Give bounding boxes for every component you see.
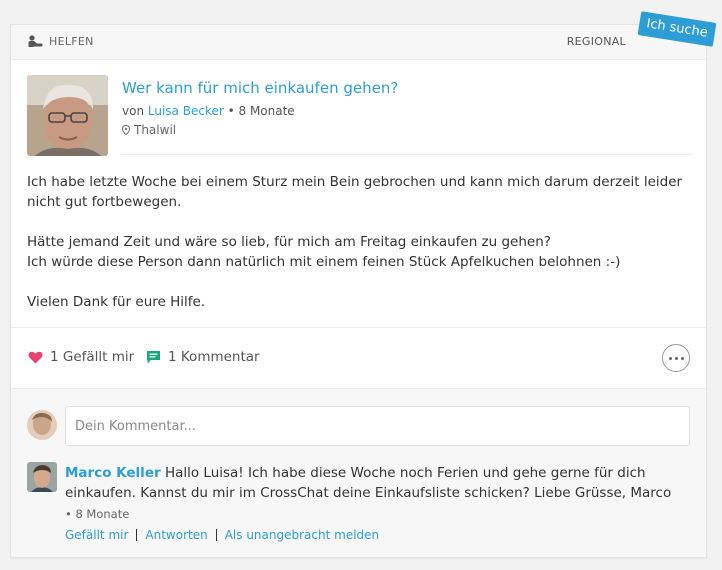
body-paragraph: Vielen Dank für eure Hilfe. <box>27 294 206 310</box>
divider <box>122 154 692 155</box>
comment-bubble-icon <box>147 351 160 364</box>
post-card: HELFEN REGIONAL Wer kann für mich einkau… <box>10 24 707 558</box>
separator <box>215 529 217 541</box>
commenter-avatar[interactable] <box>27 462 57 492</box>
post-location: Thalwil <box>122 123 176 137</box>
body-paragraph: Ich habe letzte Woche bei einem Sturz me… <box>27 174 683 210</box>
category-label: HELFEN <box>28 35 94 48</box>
comment-actions: Gefällt mir Antworten Als unangebracht m… <box>65 528 379 542</box>
commenter-name[interactable]: Marco Keller <box>65 465 161 481</box>
like-button[interactable]: 1 Gefällt mir <box>28 349 134 365</box>
comment-input[interactable] <box>65 406 690 446</box>
body-paragraph: Hätte jemand Zeit und wäre so lieb, für … <box>27 234 551 250</box>
comments-section: Marco Keller Hallo Luisa! Ich habe diese… <box>11 388 706 557</box>
post-time: • 8 Monate <box>227 104 295 118</box>
category-text: HELFEN <box>49 35 94 48</box>
helping-hand-icon <box>28 35 43 47</box>
post-actions: 1 Gefällt mir 1 Kommentar <box>11 327 706 388</box>
comment-like-link[interactable]: Gefällt mir <box>65 528 128 542</box>
comment-text: Marco Keller Hallo Luisa! Ich habe diese… <box>65 463 675 503</box>
comment-reply-link[interactable]: Antworten <box>145 528 207 542</box>
author-link[interactable]: Luisa Becker <box>148 104 224 118</box>
like-count: 1 Gefällt mir <box>50 349 135 365</box>
comment-time: • 8 Monate <box>65 507 130 521</box>
post-title[interactable]: Wer kann für mich einkaufen gehen? <box>122 79 398 97</box>
comment-count: 1 Kommentar <box>168 349 260 365</box>
post-meta: von Luisa Becker • 8 Monate <box>122 104 295 118</box>
comment-report-link[interactable]: Als unangebracht melden <box>225 528 379 542</box>
post-body: Ich habe letzte Woche bei einem Sturz me… <box>27 172 687 312</box>
post-header: HELFEN REGIONAL <box>11 25 706 60</box>
heart-icon <box>28 351 43 363</box>
more-options-button[interactable] <box>662 344 690 372</box>
location-text: Thalwil <box>134 123 177 137</box>
by-prefix: von <box>122 104 145 118</box>
location-pin-icon <box>122 125 130 135</box>
scope-label: REGIONAL <box>566 35 626 48</box>
body-paragraph: Ich würde diese Person dann natürlich mi… <box>27 254 621 270</box>
current-user-avatar <box>27 410 57 440</box>
author-avatar[interactable] <box>27 75 108 156</box>
separator <box>136 529 138 541</box>
more-dots-icon <box>668 356 672 360</box>
comment-count-button[interactable]: 1 Kommentar <box>146 349 260 365</box>
